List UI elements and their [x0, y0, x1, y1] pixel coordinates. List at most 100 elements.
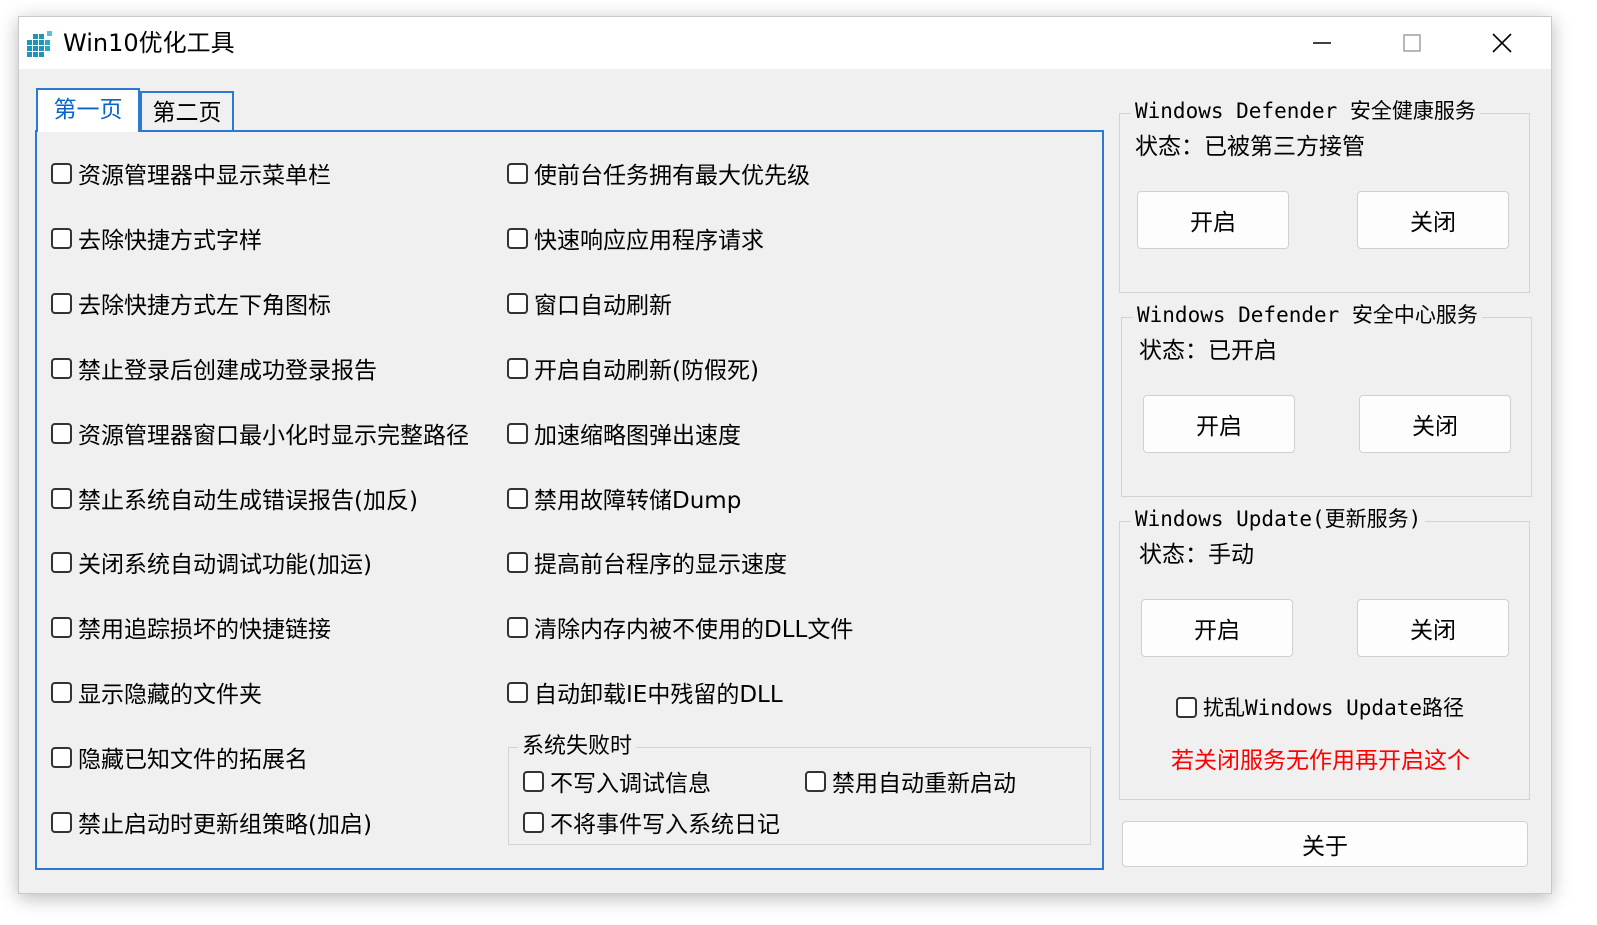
tab-page-1[interactable]: 第一页: [36, 88, 140, 132]
checkbox-box[interactable]: [507, 357, 528, 379]
checkbox-label: 关闭系统自动调试功能(加运): [78, 552, 372, 578]
option-no-debug-info-checkbox[interactable]: 不写入调试信息: [523, 764, 711, 798]
checkbox-label: 不写入调试信息: [550, 771, 711, 797]
checkbox-box[interactable]: [51, 616, 72, 638]
option-remove-shortcut-arrow-checkbox[interactable]: 去除快捷方式左下角图标: [51, 286, 331, 320]
defender-health-on-button[interactable]: 开启: [1137, 191, 1289, 249]
option-disable-link-tracking-checkbox[interactable]: 禁用追踪损坏的快捷链接: [51, 610, 331, 644]
defender-center-status: 状态：已开启: [1139, 338, 1277, 364]
defender-center-title: Windows Defender 安全中心服务: [1133, 301, 1482, 329]
checkbox-box[interactable]: [805, 770, 826, 792]
checkbox-box[interactable]: [507, 681, 528, 703]
checkbox-box[interactable]: [51, 227, 72, 249]
checkbox-label: 禁用故障转储Dump: [534, 488, 742, 514]
checkbox-box[interactable]: [51, 487, 72, 509]
option-disable-gp-update-checkbox[interactable]: 禁止启动时更新组策略(加启): [51, 805, 372, 839]
option-show-menubar-checkbox[interactable]: 资源管理器中显示菜单栏: [51, 156, 331, 190]
option-show-full-path-checkbox[interactable]: 资源管理器窗口最小化时显示完整路径: [51, 416, 469, 450]
minimize-button[interactable]: [1277, 17, 1367, 69]
checkbox-box[interactable]: [507, 616, 528, 638]
checkbox-label: 去除快捷方式左下角图标: [78, 293, 331, 319]
tab-panel: 资源管理器中显示菜单栏 去除快捷方式字样 去除快捷方式左下角图标 禁止登录后创建…: [35, 130, 1104, 870]
checkbox-box[interactable]: [51, 681, 72, 703]
option-disable-error-report-checkbox[interactable]: 禁止系统自动生成错误报告(加反): [51, 481, 418, 515]
app-window: Win10优化工具 第一页 第二页 资源管理器中显示菜单栏 去除快捷方式字样 去…: [18, 16, 1552, 894]
option-display-speed-checkbox[interactable]: 提高前台程序的显示速度: [507, 545, 787, 579]
checkbox-box[interactable]: [507, 292, 528, 314]
checkbox-label: 禁止系统自动生成错误报告(加反): [78, 488, 418, 514]
checkbox-label: 资源管理器窗口最小化时显示完整路径: [78, 423, 469, 449]
checkbox-box[interactable]: [507, 487, 528, 509]
checkbox-label: 使前台任务拥有最大优先级: [534, 163, 810, 189]
checkbox-label: 禁止登录后创建成功登录报告: [78, 358, 377, 384]
checkbox-box[interactable]: [1176, 696, 1197, 718]
checkbox-box[interactable]: [51, 292, 72, 314]
checkbox-label: 隐藏已知文件的拓展名: [78, 747, 308, 773]
checkbox-label: 扰乱Windows Update路径: [1203, 696, 1465, 720]
defender-health-off-button[interactable]: 关闭: [1357, 191, 1509, 249]
checkbox-label: 加速缩略图弹出速度: [534, 423, 741, 449]
checkbox-label: 资源管理器中显示菜单栏: [78, 163, 331, 189]
checkbox-box[interactable]: [507, 162, 528, 184]
option-disable-auto-debug-checkbox[interactable]: 关闭系统自动调试功能(加运): [51, 545, 372, 579]
checkbox-box[interactable]: [523, 811, 544, 833]
window-title: Win10优化工具: [63, 29, 235, 57]
checkbox-label: 去除快捷方式字样: [78, 228, 262, 254]
option-fast-app-response-checkbox[interactable]: 快速响应应用程序请求: [507, 221, 764, 255]
system-failure-group-title: 系统失败时: [518, 733, 637, 761]
windows-update-status: 状态：手动: [1139, 542, 1254, 568]
checkbox-label: 快速响应应用程序请求: [534, 228, 764, 254]
maximize-icon: [1403, 34, 1421, 52]
option-disable-login-report-checkbox[interactable]: 禁止登录后创建成功登录报告: [51, 351, 377, 385]
defender-health-status: 状态：已被第三方接管: [1135, 134, 1365, 160]
option-thumbnail-speed-checkbox[interactable]: 加速缩略图弹出速度: [507, 416, 741, 450]
warning-note: 若关闭服务无作用再开启这个: [1171, 748, 1470, 774]
windows-update-off-button[interactable]: 关闭: [1357, 599, 1509, 657]
checkbox-label: 窗口自动刷新: [534, 293, 672, 319]
option-unload-ie-dll-checkbox[interactable]: 自动卸载IE中残留的DLL: [507, 675, 783, 709]
checkbox-box[interactable]: [507, 227, 528, 249]
option-remove-shortcut-text-checkbox[interactable]: 去除快捷方式字样: [51, 221, 262, 255]
checkbox-box[interactable]: [51, 811, 72, 833]
checkbox-box[interactable]: [51, 357, 72, 379]
option-window-auto-refresh-checkbox[interactable]: 窗口自动刷新: [507, 286, 672, 320]
checkbox-box[interactable]: [51, 746, 72, 768]
windows-update-on-button[interactable]: 开启: [1141, 599, 1293, 657]
checkbox-box[interactable]: [507, 422, 528, 444]
option-disable-dump-checkbox[interactable]: 禁用故障转储Dump: [507, 481, 741, 515]
defender-center-off-button[interactable]: 关闭: [1359, 395, 1511, 453]
option-scramble-update-path-checkbox[interactable]: 扰乱Windows Update路径: [1176, 690, 1464, 724]
close-icon: [1492, 33, 1512, 53]
windows-update-title: Windows Update(更新服务): [1131, 505, 1426, 533]
option-show-hidden-folders-checkbox[interactable]: 显示隐藏的文件夹: [51, 675, 262, 709]
defender-health-title: Windows Defender 安全健康服务: [1131, 97, 1480, 125]
defender-center-on-button[interactable]: 开启: [1143, 395, 1295, 453]
checkbox-label: 显示隐藏的文件夹: [78, 682, 262, 708]
checkbox-box[interactable]: [51, 422, 72, 444]
close-button[interactable]: [1457, 17, 1547, 69]
grid-app-icon: [27, 31, 52, 57]
title-bar[interactable]: Win10优化工具: [19, 17, 1551, 69]
checkbox-label: 提高前台程序的显示速度: [534, 552, 787, 578]
checkbox-label: 开启自动刷新(防假死): [534, 358, 759, 384]
checkbox-label: 禁用自动重新启动: [832, 771, 1016, 797]
checkbox-box[interactable]: [507, 551, 528, 573]
option-no-event-log-checkbox[interactable]: 不将事件写入系统日记: [523, 805, 780, 839]
about-button[interactable]: 关于: [1122, 821, 1528, 867]
option-auto-refresh-antifreeze-checkbox[interactable]: 开启自动刷新(防假死): [507, 351, 759, 385]
option-clear-unused-dll-checkbox[interactable]: 清除内存内被不使用的DLL文件: [507, 610, 853, 644]
checkbox-label: 自动卸载IE中残留的DLL: [534, 682, 783, 708]
tab-page-2[interactable]: 第二页: [140, 91, 234, 132]
checkbox-box[interactable]: [51, 551, 72, 573]
checkbox-label: 不将事件写入系统日记: [550, 812, 780, 838]
option-foreground-priority-checkbox[interactable]: 使前台任务拥有最大优先级: [507, 156, 810, 190]
minimize-icon: [1313, 42, 1331, 44]
maximize-button[interactable]: [1367, 17, 1457, 69]
option-disable-auto-restart-checkbox[interactable]: 禁用自动重新启动: [805, 764, 1016, 798]
option-hide-extensions-checkbox[interactable]: 隐藏已知文件的拓展名: [51, 740, 308, 774]
checkbox-label: 清除内存内被不使用的DLL文件: [534, 617, 854, 643]
checkbox-label: 禁止启动时更新组策略(加启): [78, 812, 372, 838]
checkbox-label: 禁用追踪损坏的快捷链接: [78, 617, 331, 643]
checkbox-box[interactable]: [523, 770, 544, 792]
checkbox-box[interactable]: [51, 162, 72, 184]
